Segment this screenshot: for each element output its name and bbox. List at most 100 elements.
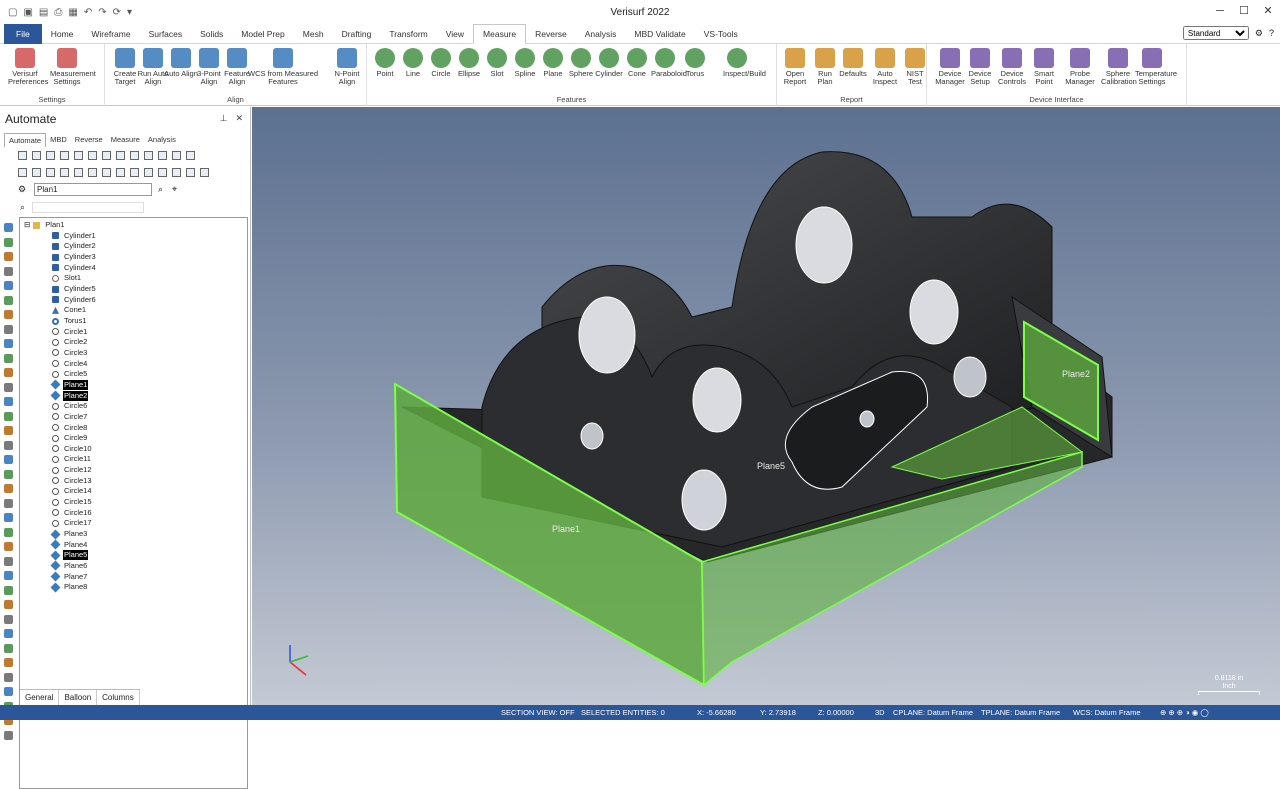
filter-icon[interactable] (60, 151, 69, 160)
tab-file[interactable]: File (4, 23, 42, 44)
feature-tool-icon[interactable] (4, 469, 13, 479)
camera-icon[interactable] (60, 168, 69, 177)
feature-tool-icon[interactable] (4, 571, 13, 580)
feature-tool-icon[interactable] (4, 542, 13, 551)
feature-tool-icon[interactable] (4, 513, 13, 522)
tree-item[interactable]: Cone1 (52, 305, 87, 315)
panel-close-icon[interactable]: ✕ (235, 113, 243, 124)
plan-select[interactable]: Plan1 (34, 183, 152, 196)
thermo-icon[interactable] (158, 168, 167, 177)
hole-7[interactable] (953, 356, 987, 398)
feature-tool-icon[interactable] (4, 730, 13, 740)
slot-button[interactable]: Slot (483, 48, 511, 78)
bottom-tab-columns[interactable]: Columns (97, 690, 140, 705)
tree-item[interactable]: Circle16 (52, 508, 93, 518)
status-wcs[interactable]: WCS: Datum Frame (1073, 705, 1141, 720)
status-section-view[interactable]: SECTION VIEW: OFF (501, 705, 575, 720)
step-icon[interactable] (32, 168, 41, 177)
plan-search-icon[interactable]: ⌕ (158, 184, 163, 195)
tree-item[interactable]: Circle8 (52, 423, 88, 433)
p-icon[interactable] (46, 151, 55, 160)
device-controls-button[interactable]: Device Controls (995, 48, 1029, 86)
device-setup-button[interactable]: Device Setup (963, 48, 997, 86)
maximize-icon[interactable]: ☐ (1232, 0, 1256, 24)
cone-button[interactable]: Cone (623, 48, 651, 78)
run-plan-button[interactable]: Run Plan (811, 48, 839, 86)
feature-tool-icon[interactable] (4, 556, 13, 566)
plan-icon[interactable] (18, 151, 27, 160)
tree-item[interactable]: Cylinder3 (52, 252, 97, 262)
model-view[interactable]: Plane1 Plane2 Plane5 (252, 107, 1280, 705)
feature-tool-icon[interactable] (4, 484, 13, 493)
minimize-icon[interactable]: ─ (1208, 0, 1232, 24)
ellipse-button[interactable]: Ellipse (455, 48, 483, 78)
hole-3[interactable] (909, 279, 959, 345)
tree-search-input[interactable] (32, 202, 144, 213)
tree-item[interactable]: Plane4 (50, 540, 88, 550)
workspace-select[interactable]: Standard (1182, 26, 1249, 40)
text-icon[interactable] (116, 151, 125, 160)
feature-tool-icon[interactable] (4, 223, 13, 232)
panel-tab-measure[interactable]: Measure (107, 133, 144, 147)
xform2-icon[interactable] (200, 168, 209, 177)
plan-filter-icon[interactable]: ⌖ (172, 184, 177, 195)
cylinder-button[interactable]: Cylinder (595, 48, 623, 78)
hole-5[interactable] (580, 422, 604, 450)
hole-4[interactable] (692, 367, 742, 433)
tab-drafting[interactable]: Drafting (333, 24, 381, 44)
tree-item[interactable]: Circle5 (52, 369, 88, 379)
nist-test-button[interactable]: NIST Test (901, 48, 929, 86)
feature-tool-icon[interactable] (4, 252, 13, 261)
hole-1[interactable] (795, 206, 853, 284)
graphics-viewport[interactable]: Plane1 Plane2 Plane5 0.8118 in Inch (252, 107, 1280, 705)
feature-tool-icon[interactable] (4, 629, 13, 638)
1d-icon[interactable] (46, 168, 55, 177)
panel-tab-reverse[interactable]: Reverse (71, 133, 107, 147)
feature-tool-icon[interactable] (4, 527, 13, 537)
status-mode[interactable]: 3D (875, 705, 885, 720)
tab-measure[interactable]: Measure (473, 24, 527, 44)
bottom-tab-balloon[interactable]: Balloon (59, 690, 98, 705)
tab-transform[interactable]: Transform (380, 24, 436, 44)
plane-button[interactable]: Plane (539, 48, 567, 78)
grid-icon[interactable] (74, 151, 83, 160)
tab-wireframe[interactable]: Wireframe (82, 24, 139, 44)
tree-item[interactable]: Cylinder4 (52, 263, 97, 273)
xform-icon[interactable] (186, 168, 195, 177)
tab-solids[interactable]: Solids (191, 24, 232, 44)
tree-item[interactable]: Plane7 (50, 572, 88, 582)
circle-button[interactable]: Circle (427, 48, 455, 78)
smart-point-button[interactable]: Smart Point (1027, 48, 1061, 86)
feature-tool-icon[interactable] (4, 658, 13, 667)
feature-tool-icon[interactable] (4, 426, 13, 435)
tree-item[interactable]: Circle17 (52, 518, 93, 528)
tree-item[interactable]: Circle13 (52, 476, 93, 486)
tree-item[interactable]: Cylinder6 (52, 295, 97, 305)
auto-inspect-button[interactable]: Auto Inspect (871, 48, 899, 86)
hole-2[interactable] (578, 296, 636, 374)
tab-reverse[interactable]: Reverse (526, 24, 576, 44)
settings-icon[interactable]: ⚙ (1255, 28, 1263, 39)
open-report-button[interactable]: Open Report (781, 48, 809, 86)
feature-tool-icon[interactable] (4, 614, 13, 624)
defaults-button[interactable]: Defaults (839, 48, 867, 78)
status-tplane[interactable]: TPLANE: Datum Frame (981, 705, 1060, 720)
feature-tool-icon[interactable] (4, 455, 13, 464)
feature-tool-icon[interactable] (4, 368, 13, 377)
tree-item[interactable]: Circle4 (52, 359, 88, 369)
tree-item[interactable]: Torus1 (52, 316, 88, 326)
run-icon[interactable] (18, 168, 27, 177)
stop-icon[interactable] (88, 151, 97, 160)
tree-item[interactable]: Circle12 (52, 465, 93, 475)
feature-tool-icon[interactable] (4, 687, 13, 696)
tree-item[interactable]: Plane1 (50, 379, 89, 390)
tree-item[interactable]: Circle7 (52, 412, 88, 422)
probe-icon[interactable] (172, 151, 181, 160)
hatch2-icon[interactable] (158, 151, 167, 160)
tab-surfaces[interactable]: Surfaces (140, 24, 192, 44)
inspect-build-button[interactable]: Inspect/Build (723, 48, 766, 78)
tree-item[interactable]: Plane2 (50, 390, 89, 401)
torus-button[interactable]: Torus (681, 48, 709, 78)
axes-icon[interactable] (88, 168, 97, 177)
bottom-tab-general[interactable]: General (20, 690, 60, 705)
